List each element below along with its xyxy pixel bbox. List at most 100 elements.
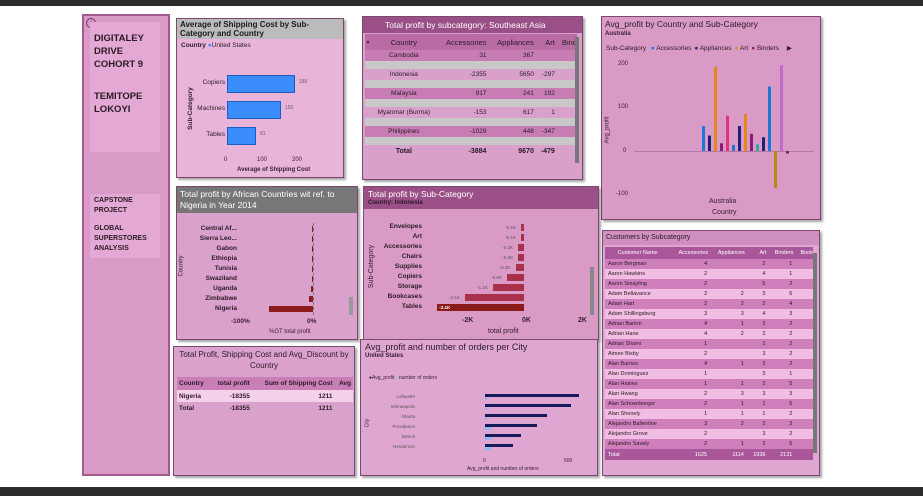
bar[interactable] xyxy=(738,126,741,151)
table-row[interactable]: Myanmar (Burma) -153 617 1 xyxy=(365,107,577,118)
bar[interactable] xyxy=(485,407,487,410)
bar[interactable] xyxy=(515,264,524,271)
bar[interactable] xyxy=(485,404,571,407)
table-cell: 2 xyxy=(704,281,708,287)
table-row[interactable]: Alejandro Savely 2 1 2 5 xyxy=(605,439,813,449)
bar[interactable] xyxy=(768,86,771,152)
bar[interactable] xyxy=(726,115,729,151)
bar[interactable] xyxy=(521,224,524,231)
scrollbar[interactable] xyxy=(349,297,353,315)
avg-profit-chart[interactable]: Avg_profit by Country and Sub-Category A… xyxy=(601,16,821,220)
scrollbar[interactable] xyxy=(813,253,817,453)
bar[interactable] xyxy=(493,284,524,291)
bar[interactable] xyxy=(485,437,491,440)
table-row[interactable]: Adrian Shami 1 1 2 xyxy=(605,339,813,349)
column-header[interactable]: Accessories xyxy=(670,247,710,259)
bar[interactable] xyxy=(485,424,537,427)
bar[interactable] xyxy=(720,143,723,151)
subcategory-profit-chart[interactable]: Total profit by Sub-Category Country: Ind… xyxy=(363,186,599,340)
southeast-asia-table[interactable]: Total profit by subcategory: Southeast A… xyxy=(362,16,583,180)
table-row[interactable]: Alan Dominguez 1 3 1 xyxy=(605,369,813,379)
column-header[interactable]: Binders xyxy=(768,247,795,259)
bar[interactable] xyxy=(485,414,547,417)
table-row[interactable]: Adam Bellavance 2 2 3 6 xyxy=(605,289,813,299)
column-header[interactable]: Sum of Shipping Cost xyxy=(252,377,335,390)
total-cell xyxy=(335,402,353,414)
table-row[interactable]: Indonesia -2355 5650 -297 xyxy=(365,69,577,80)
bar[interactable] xyxy=(485,394,579,397)
column-header[interactable]: Avg xyxy=(335,377,353,390)
bar[interactable] xyxy=(714,66,717,151)
bar[interactable] xyxy=(518,244,524,251)
bar[interactable] xyxy=(732,144,735,151)
total-cell: 1114 xyxy=(732,451,744,458)
table-row[interactable]: Alejandro Ballentine 3 2 2 3 xyxy=(605,419,813,429)
table-row[interactable]: Alan Haines 1 1 2 5 xyxy=(605,379,813,389)
bar[interactable] xyxy=(762,137,765,151)
bar[interactable] xyxy=(744,114,747,151)
bar[interactable] xyxy=(485,427,491,430)
table-row[interactable]: Alan Schoenberger 2 1 1 5 xyxy=(605,399,813,409)
bar[interactable] xyxy=(521,234,524,241)
column-header[interactable]: Appliances xyxy=(488,34,535,50)
africa-profit-chart[interactable]: Total profit by African Countries wit re… xyxy=(176,186,358,340)
bar-label: Tables xyxy=(206,131,225,138)
table-cell: 3 xyxy=(789,421,793,427)
table-cell: 4 xyxy=(704,261,708,267)
table-row[interactable]: Aaron Bergman 4 2 1 xyxy=(605,259,813,269)
shipping-summary-table[interactable]: Total Profit, Shipping Cost and Avg_Disc… xyxy=(173,346,355,476)
bar[interactable] xyxy=(485,417,487,420)
bar[interactable] xyxy=(702,126,705,151)
bar[interactable] xyxy=(485,447,491,450)
table-row[interactable]: Aimee Bixby 2 3 2 xyxy=(605,349,813,359)
city-profit-chart[interactable]: Avg_profit and number of orders per City… xyxy=(360,339,598,476)
table-cell xyxy=(710,339,747,349)
column-header[interactable]: Customer Name xyxy=(605,247,670,259)
scrollbar[interactable] xyxy=(575,37,579,163)
table-row[interactable]: Adam Hart 2 2 2 4 xyxy=(605,299,813,309)
table-row[interactable]: Aaron Smayling 2 5 2 xyxy=(605,279,813,289)
bar[interactable] xyxy=(774,151,777,188)
bar[interactable] xyxy=(227,127,257,145)
table-row[interactable]: Alejandro Grove 2 3 2 xyxy=(605,429,813,439)
table-row[interactable]: Nigeria -18355 1211 xyxy=(177,390,353,402)
bar[interactable] xyxy=(227,101,281,119)
bar[interactable] xyxy=(750,133,753,151)
bar[interactable] xyxy=(269,306,313,312)
bar-value: 150 xyxy=(285,105,294,111)
table-row[interactable]: Alan Hwang 2 3 3 3 xyxy=(605,389,813,399)
column-header[interactable]: Art xyxy=(536,34,557,50)
column-header[interactable]: Art xyxy=(747,247,769,259)
column-header[interactable]: Country xyxy=(371,34,437,50)
table-row[interactable]: Adrian Hane 4 2 2 2 xyxy=(605,329,813,339)
analysis-label: GLOBAL SUPERSTORES ANALYSIS xyxy=(94,225,147,252)
bar[interactable] xyxy=(786,151,789,154)
customers-table[interactable]: Customers by Subcategory Customer Name Ac… xyxy=(602,230,820,476)
bar[interactable] xyxy=(518,254,524,261)
table-row[interactable]: Adam Shillingsburg 3 3 4 3 xyxy=(605,309,813,319)
table-cell xyxy=(710,429,747,439)
table-row[interactable]: Malaysia 917 241 192 xyxy=(365,88,577,99)
bar[interactable] xyxy=(227,75,295,93)
column-header[interactable]: total profit xyxy=(210,377,252,390)
table-row[interactable]: Alan Shonely 1 1 1 2 xyxy=(605,409,813,419)
table-row[interactable]: Philippines -1029 448 -347 xyxy=(365,126,577,137)
column-header[interactable]: Appliances xyxy=(710,247,747,259)
column-header[interactable]: Country xyxy=(177,377,210,390)
bar[interactable] xyxy=(708,135,711,151)
shipping-cost-chart[interactable]: Average of Shipping Cost by Sub-Category… xyxy=(176,18,344,178)
table-row[interactable]: Adrian Barton 4 1 3 2 xyxy=(605,319,813,329)
column-header[interactable]: Book xyxy=(795,247,813,259)
bar[interactable] xyxy=(465,294,524,301)
column-header[interactable]: Bind xyxy=(557,34,577,50)
scrollbar[interactable] xyxy=(590,267,594,315)
bar[interactable] xyxy=(780,65,783,151)
table-row[interactable]: Alan Barnes 4 1 3 2 xyxy=(605,359,813,369)
table-row[interactable]: Aaron Hawkins 2 4 1 xyxy=(605,269,813,279)
bar[interactable] xyxy=(485,397,487,400)
table-row[interactable]: Cambodia 31 367 xyxy=(365,50,577,61)
bar[interactable] xyxy=(507,274,524,281)
bar[interactable] xyxy=(437,304,524,311)
column-header[interactable]: Accessories xyxy=(437,34,489,50)
bar[interactable] xyxy=(756,144,759,151)
